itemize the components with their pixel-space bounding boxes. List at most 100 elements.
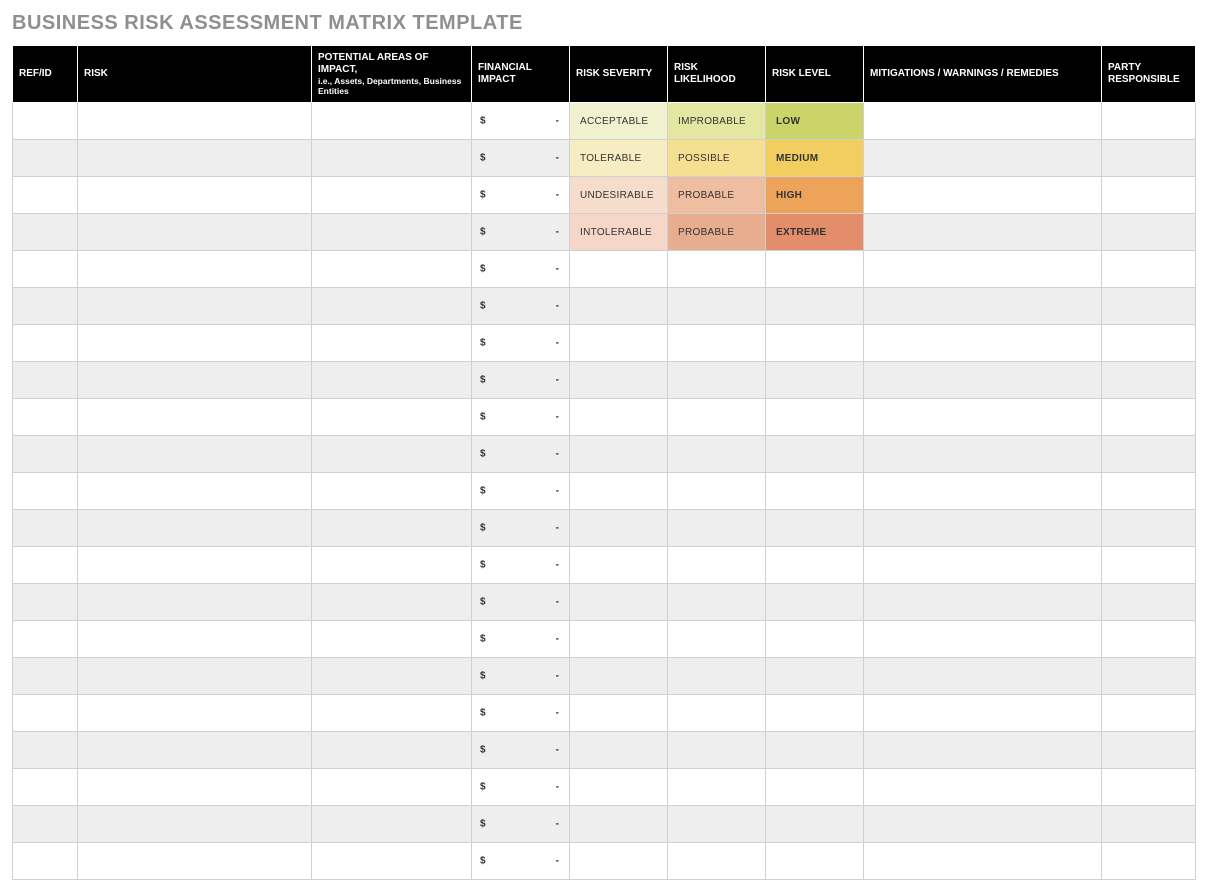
cell-impact[interactable] <box>312 362 472 399</box>
cell-severity[interactable] <box>570 399 668 436</box>
cell-financial[interactable]: $- <box>472 140 570 177</box>
cell-party[interactable] <box>1102 547 1196 584</box>
cell-mitigations[interactable] <box>864 510 1102 547</box>
cell-risk[interactable] <box>78 473 312 510</box>
cell-risk[interactable] <box>78 547 312 584</box>
cell-level[interactable] <box>766 806 864 843</box>
cell-impact[interactable] <box>312 732 472 769</box>
cell-impact[interactable] <box>312 658 472 695</box>
cell-party[interactable] <box>1102 843 1196 880</box>
cell-severity[interactable] <box>570 843 668 880</box>
cell-impact[interactable] <box>312 140 472 177</box>
cell-level[interactable] <box>766 843 864 880</box>
cell-likelihood[interactable]: POSSIBLE <box>668 140 766 177</box>
cell-impact[interactable] <box>312 843 472 880</box>
cell-risk[interactable] <box>78 843 312 880</box>
cell-ref[interactable] <box>13 325 78 362</box>
cell-severity[interactable] <box>570 806 668 843</box>
cell-mitigations[interactable] <box>864 177 1102 214</box>
cell-financial[interactable]: $- <box>472 436 570 473</box>
cell-party[interactable] <box>1102 251 1196 288</box>
cell-level[interactable] <box>766 732 864 769</box>
cell-level[interactable] <box>766 658 864 695</box>
cell-level[interactable] <box>766 436 864 473</box>
cell-party[interactable] <box>1102 140 1196 177</box>
cell-likelihood[interactable] <box>668 806 766 843</box>
cell-financial[interactable]: $- <box>472 510 570 547</box>
cell-ref[interactable] <box>13 177 78 214</box>
cell-likelihood[interactable] <box>668 399 766 436</box>
cell-level[interactable] <box>766 547 864 584</box>
cell-financial[interactable]: $- <box>472 103 570 140</box>
cell-financial[interactable]: $- <box>472 362 570 399</box>
cell-impact[interactable] <box>312 325 472 362</box>
cell-level[interactable] <box>766 510 864 547</box>
cell-financial[interactable]: $- <box>472 621 570 658</box>
cell-impact[interactable] <box>312 473 472 510</box>
cell-ref[interactable] <box>13 473 78 510</box>
cell-level[interactable] <box>766 584 864 621</box>
cell-party[interactable] <box>1102 658 1196 695</box>
cell-likelihood[interactable] <box>668 658 766 695</box>
cell-severity[interactable] <box>570 584 668 621</box>
cell-likelihood[interactable] <box>668 473 766 510</box>
cell-impact[interactable] <box>312 399 472 436</box>
cell-financial[interactable]: $- <box>472 177 570 214</box>
cell-level[interactable] <box>766 288 864 325</box>
cell-party[interactable] <box>1102 732 1196 769</box>
cell-impact[interactable] <box>312 769 472 806</box>
cell-impact[interactable] <box>312 510 472 547</box>
cell-ref[interactable] <box>13 806 78 843</box>
cell-likelihood[interactable] <box>668 251 766 288</box>
cell-likelihood[interactable] <box>668 362 766 399</box>
cell-ref[interactable] <box>13 399 78 436</box>
cell-likelihood[interactable] <box>668 621 766 658</box>
cell-level[interactable] <box>766 695 864 732</box>
cell-risk[interactable] <box>78 140 312 177</box>
cell-risk[interactable] <box>78 695 312 732</box>
cell-ref[interactable] <box>13 695 78 732</box>
cell-impact[interactable] <box>312 584 472 621</box>
cell-risk[interactable] <box>78 399 312 436</box>
cell-mitigations[interactable] <box>864 399 1102 436</box>
cell-likelihood[interactable] <box>668 695 766 732</box>
cell-severity[interactable] <box>570 547 668 584</box>
cell-risk[interactable] <box>78 214 312 251</box>
cell-mitigations[interactable] <box>864 584 1102 621</box>
cell-severity[interactable] <box>570 325 668 362</box>
cell-risk[interactable] <box>78 362 312 399</box>
cell-impact[interactable] <box>312 695 472 732</box>
cell-likelihood[interactable] <box>668 732 766 769</box>
cell-level[interactable] <box>766 399 864 436</box>
cell-risk[interactable] <box>78 103 312 140</box>
cell-mitigations[interactable] <box>864 473 1102 510</box>
cell-financial[interactable]: $- <box>472 584 570 621</box>
cell-level[interactable] <box>766 621 864 658</box>
cell-party[interactable] <box>1102 399 1196 436</box>
cell-severity[interactable]: TOLERABLE <box>570 140 668 177</box>
cell-likelihood[interactable] <box>668 769 766 806</box>
cell-impact[interactable] <box>312 251 472 288</box>
cell-likelihood[interactable] <box>668 325 766 362</box>
cell-party[interactable] <box>1102 769 1196 806</box>
cell-mitigations[interactable] <box>864 362 1102 399</box>
cell-mitigations[interactable] <box>864 547 1102 584</box>
cell-party[interactable] <box>1102 362 1196 399</box>
cell-ref[interactable] <box>13 658 78 695</box>
cell-financial[interactable]: $- <box>472 732 570 769</box>
cell-party[interactable] <box>1102 584 1196 621</box>
cell-party[interactable] <box>1102 695 1196 732</box>
cell-ref[interactable] <box>13 436 78 473</box>
cell-mitigations[interactable] <box>864 658 1102 695</box>
cell-risk[interactable] <box>78 584 312 621</box>
cell-risk[interactable] <box>78 658 312 695</box>
cell-party[interactable] <box>1102 510 1196 547</box>
cell-mitigations[interactable] <box>864 288 1102 325</box>
cell-mitigations[interactable] <box>864 251 1102 288</box>
cell-ref[interactable] <box>13 214 78 251</box>
cell-financial[interactable]: $- <box>472 399 570 436</box>
cell-financial[interactable]: $- <box>472 843 570 880</box>
cell-level[interactable]: EXTREME <box>766 214 864 251</box>
cell-mitigations[interactable] <box>864 103 1102 140</box>
cell-mitigations[interactable] <box>864 843 1102 880</box>
